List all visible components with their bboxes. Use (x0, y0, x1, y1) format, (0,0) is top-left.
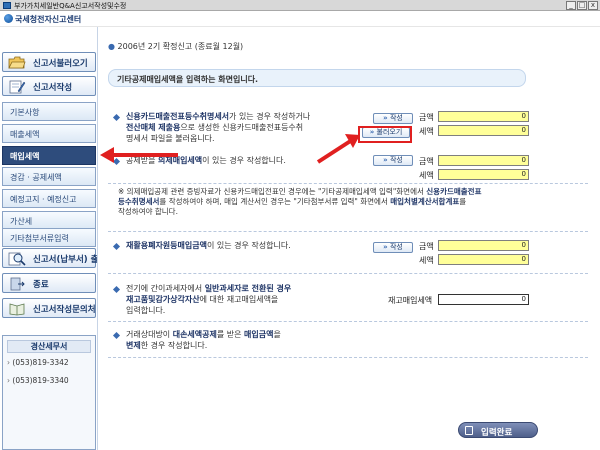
exit-button[interactable]: 종료 (2, 273, 96, 293)
recycled-resources-tax-field[interactable]: 0 (438, 254, 529, 265)
recycled-resources-section: 재활용폐자원등매입금액이 있는 경우 작성합니다. » 작성 금액 0 세액 0 (108, 240, 588, 270)
minimize-button[interactable]: _ (566, 1, 576, 10)
recycled-resources-amount-field[interactable]: 0 (438, 240, 529, 251)
sidebar-item-sales-tax[interactable]: 매출세액 (2, 124, 96, 143)
inquiry-button[interactable]: 신고서작성문의처 (2, 298, 96, 318)
tax-office-phone: (053)819-3340 (7, 376, 68, 385)
deemed-purchase-note: ※ 의제매입공제 관련 증빙자료가 신용카드매입전표인 경우에는 "기타공제매입… (118, 187, 482, 216)
inventory-tax-label: 재고매입세액 (388, 296, 433, 305)
write-return-button[interactable]: 신고서작성 (2, 76, 96, 96)
load-return-button[interactable]: 신고서불러오기 (2, 52, 96, 72)
sidebar-item-interim[interactable]: 예정고지 · 예정신고 (2, 189, 96, 208)
period-text: 2006년 2기 확정신고 (종료월 12월) (117, 42, 244, 51)
logo-text: 국세청전자신고센터 (15, 15, 82, 24)
credit-card-section: 신용카드매출전표등수취명세서가 있는 경우 작성하거나 전산매체 제출용으로 생… (108, 111, 588, 155)
load-return-label: 신고서불러오기 (33, 59, 88, 69)
window-titlebar: 부가가치세일반Q&A신고서작성및수정 _ □ x (0, 0, 600, 11)
amount-label: 금액 (419, 157, 434, 166)
document-icon (465, 426, 473, 435)
maximize-button[interactable]: □ (577, 1, 587, 10)
app-header: 국세청전자신고센터 (0, 11, 600, 27)
credit-card-write-button[interactable]: » 작성 (373, 113, 413, 124)
credit-card-description: 신용카드매출전표등수취명세서가 있는 경우 작성하거나 전산매체 제출용으로 생… (126, 112, 311, 143)
sidebar-item-label: 예정고지 · 예정신고 (10, 195, 77, 204)
inventory-tax-field[interactable]: 0 (438, 294, 529, 305)
sidebar-item-reduction-deduction[interactable]: 경감 · 공제세액 (2, 167, 96, 186)
tax-label: 세액 (419, 256, 434, 265)
sidebar-item-attachments[interactable]: 기타첨부서류입력 (2, 228, 96, 247)
amount-label: 금액 (419, 242, 434, 251)
intro-banner: 기타공제매입세액을 입력하는 화면입니다. (108, 69, 526, 87)
sidebar-item-label: 경감 · 공제세액 (10, 173, 62, 182)
deemed-purchase-write-button[interactable]: » 작성 (373, 155, 413, 166)
sidebar-item-label: 매입세액 (10, 152, 40, 161)
divider (108, 183, 588, 184)
nts-logo-icon (4, 14, 13, 23)
close-button[interactable]: x (588, 1, 598, 10)
magnifier-document-icon (8, 252, 26, 266)
double-chevron-icon: » (383, 156, 388, 164)
bullet-icon: ● (108, 42, 118, 51)
annotation-highlight-box (358, 126, 412, 143)
inquiry-label: 신고서작성문의처 (33, 305, 96, 315)
app-icon (3, 2, 11, 9)
sidebar-item-basic-info[interactable]: 기본사항 (2, 102, 96, 121)
double-chevron-icon: » (383, 114, 388, 122)
folder-open-icon (8, 56, 26, 69)
print-return-label: 신고서(납부서) 출력 (33, 255, 107, 265)
sidebar-item-label: 기타첨부서류입력 (10, 234, 69, 243)
sidebar-item-label: 기본사항 (10, 108, 40, 117)
sidebar: 신고서불러오기 신고서작성 기본사항 매출세액 매입세액 경감 · 공제세액 예… (0, 50, 106, 450)
bad-debt-section: 거래상대방이 대손세액공제를 받은 매입금액을 변제한 경우 작성합니다. (108, 329, 588, 355)
print-return-button[interactable]: 신고서(납부서) 출력 (2, 248, 106, 268)
deemed-purchase-tax-field[interactable]: 0 (438, 169, 529, 180)
tax-office-contact-box: 경산세무서 (053)819-3342 (053)819-3340 (2, 335, 96, 450)
divider (108, 231, 588, 232)
main-content: ● 2006년 2기 확정신고 (종료월 12월) 기타공제매입세액을 입력하는… (97, 27, 600, 450)
amount-label: 금액 (419, 113, 434, 122)
sidebar-item-purchase-tax[interactable]: 매입세액 (2, 146, 96, 165)
deemed-purchase-amount-field[interactable]: 0 (438, 155, 529, 166)
divider (108, 357, 588, 358)
input-complete-label: 입력완료 (481, 428, 513, 438)
deemed-purchase-description: 공제받을 의제매입세액이 있는 경우 작성합니다. (126, 156, 286, 165)
input-complete-button[interactable]: 입력완료 (458, 422, 538, 438)
exit-label: 종료 (33, 280, 49, 290)
deemed-purchase-section: 공제받을 의제매입세액이 있는 경우 작성합니다. » 작성 금액 0 세액 0 (108, 155, 588, 185)
diamond-bullet-icon (112, 242, 121, 251)
exit-icon (10, 277, 25, 291)
divider (108, 273, 588, 274)
breadcrumb: ● 2006년 2기 확정신고 (종료월 12월) (108, 41, 243, 52)
tax-office-phone: (053)819-3342 (7, 358, 68, 367)
book-icon (9, 303, 25, 316)
tax-label: 세액 (419, 127, 434, 136)
inventory-tax-section: 전기에 간이과세자에서 일반과세자로 전환된 경우 재고품및감가상각자산에 대한… (108, 283, 588, 319)
bad-debt-description: 거래상대방이 대손세액공제를 받은 매입금액을 변제한 경우 작성합니다. (126, 330, 281, 350)
recycled-resources-write-button[interactable]: » 작성 (373, 242, 413, 253)
inventory-tax-description: 전기에 간이과세자에서 일반과세자로 전환된 경우 재고품및감가상각자산에 대한… (126, 284, 292, 315)
diamond-bullet-icon (112, 113, 121, 122)
sidebar-item-label: 매출세액 (10, 130, 40, 139)
double-chevron-icon: » (383, 243, 388, 251)
diamond-bullet-icon (112, 331, 121, 340)
divider (108, 321, 588, 322)
window-title: 부가가치세일반Q&A신고서작성및수정 (14, 2, 127, 10)
sidebar-item-label: 가산세 (10, 217, 33, 226)
intro-text: 기타공제매입세액을 입력하는 화면입니다. (117, 75, 259, 84)
tax-office-name: 경산세무서 (7, 340, 91, 353)
write-return-label: 신고서작성 (33, 83, 73, 93)
recycled-resources-description: 재활용폐자원등매입금액이 있는 경우 작성합니다. (126, 241, 291, 250)
diamond-bullet-icon (112, 285, 121, 294)
credit-card-tax-field[interactable]: 0 (438, 125, 529, 136)
tax-label: 세액 (419, 171, 434, 180)
pen-paper-icon (9, 80, 26, 94)
credit-card-amount-field[interactable]: 0 (438, 111, 529, 122)
diamond-bullet-icon (112, 157, 121, 166)
